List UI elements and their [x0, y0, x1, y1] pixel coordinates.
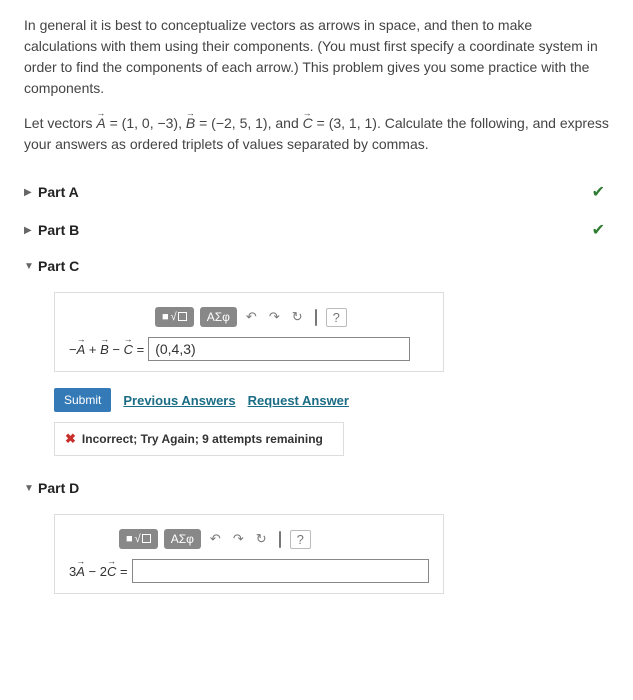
part-d-header[interactable]: ▼ Part D: [24, 480, 609, 496]
reset-icon[interactable]: ↻: [289, 307, 306, 327]
problem-intro: In general it is best to conceptualize v…: [24, 15, 609, 99]
part-d-equation-label: 3A − 2C =: [69, 564, 128, 579]
previous-answers-link[interactable]: Previous Answers: [123, 393, 235, 408]
redo-icon[interactable]: ↷: [230, 529, 247, 549]
help-button[interactable]: ?: [290, 530, 311, 549]
greek-button[interactable]: ΑΣφ: [164, 529, 201, 549]
redo-icon[interactable]: ↷: [266, 307, 283, 327]
template-button[interactable]: ■√: [119, 529, 158, 549]
part-a-title: Part A: [38, 184, 79, 200]
part-c-actions: Submit Previous Answers Request Answer: [54, 388, 609, 412]
chevron-right-icon: ▶: [24, 187, 38, 198]
part-c-answer-input[interactable]: (0,4,3): [148, 337, 410, 361]
part-d-answer-input[interactable]: [132, 559, 429, 583]
vector-C: C: [303, 115, 313, 131]
chevron-down-icon: ▼: [24, 483, 38, 494]
part-a-header[interactable]: ▶ Part A ✔: [24, 173, 609, 211]
help-button[interactable]: ?: [326, 308, 347, 327]
vector-C-value: = (3, 1, 1): [313, 115, 377, 131]
part-b-title: Part B: [38, 222, 79, 238]
part-c-header[interactable]: ▼ Part C: [24, 258, 609, 274]
chevron-down-icon: ▼: [24, 261, 38, 272]
template-button[interactable]: ■√: [155, 307, 194, 327]
part-d-body: ■√ ΑΣφ ↶ ↷ ↻ ? 3A − 2C =: [54, 514, 444, 594]
part-d-title: Part D: [38, 480, 79, 496]
check-icon: ✔: [592, 220, 609, 240]
vector-B-value: = (−2, 5, 1): [195, 115, 267, 131]
check-icon: ✔: [592, 182, 609, 202]
undo-icon[interactable]: ↶: [243, 307, 260, 327]
part-c-feedback: ✖ Incorrect; Try Again; 9 attempts remai…: [54, 422, 344, 456]
problem-setup: Let vectors A = (1, 0, −3), B = (−2, 5, …: [24, 113, 609, 155]
vector-A-value: = (1, 0, −3): [106, 115, 178, 131]
keyboard-icon[interactable]: [276, 530, 284, 549]
part-c-body: ■√ ΑΣφ ↶ ↷ ↻ ? −A + B − C = (0,4,3): [54, 292, 444, 372]
vector-B: B: [186, 115, 195, 131]
keyboard-icon[interactable]: [312, 308, 320, 327]
feedback-text: Incorrect; Try Again; 9 attempts remaini…: [82, 432, 323, 446]
part-c-equation-label: −A + B − C =: [69, 342, 144, 357]
equation-toolbar: ■√ ΑΣφ ↶ ↷ ↻ ?: [155, 307, 429, 327]
undo-icon[interactable]: ↶: [207, 529, 224, 549]
part-c-title: Part C: [38, 258, 79, 274]
setup-text: Let vectors: [24, 115, 96, 131]
submit-button[interactable]: Submit: [54, 388, 111, 412]
chevron-right-icon: ▶: [24, 225, 38, 236]
vector-A: A: [96, 115, 105, 131]
x-icon: ✖: [65, 431, 76, 447]
part-b-header[interactable]: ▶ Part B ✔: [24, 211, 609, 249]
greek-button[interactable]: ΑΣφ: [200, 307, 237, 327]
reset-icon[interactable]: ↻: [253, 529, 270, 549]
equation-toolbar: ■√ ΑΣφ ↶ ↷ ↻ ?: [119, 529, 429, 549]
request-answer-link[interactable]: Request Answer: [248, 393, 349, 408]
